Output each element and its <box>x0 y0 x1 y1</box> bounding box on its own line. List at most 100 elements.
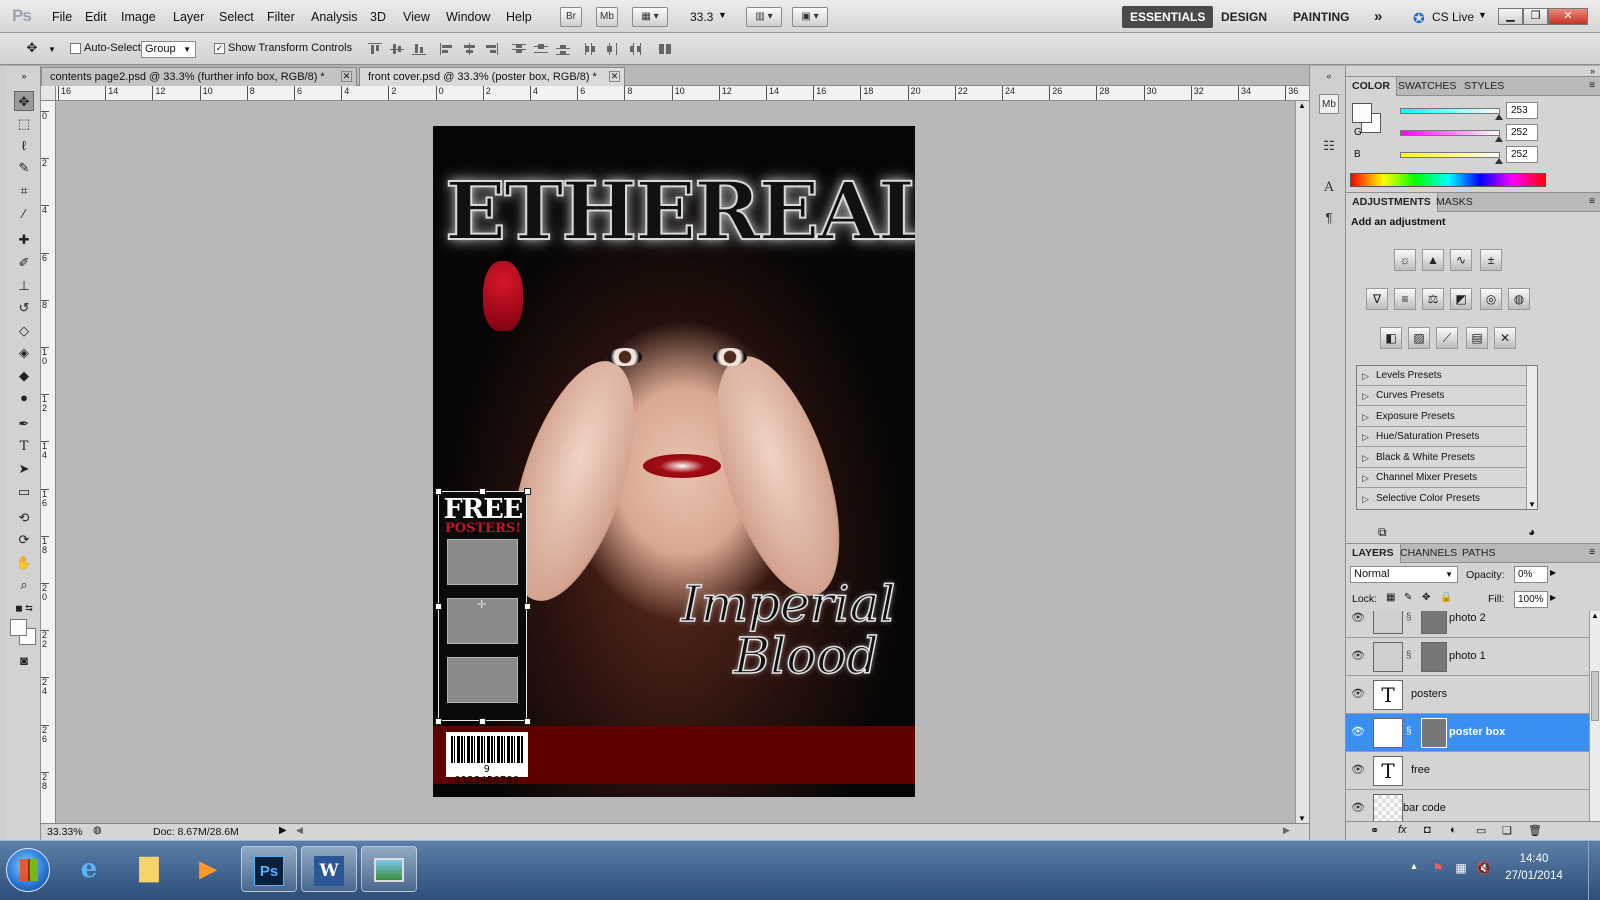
align-horizontal-center-icon[interactable] <box>462 43 476 55</box>
menu-image[interactable]: Image <box>121 10 156 24</box>
workspace-painting[interactable]: PAINTING <box>1285 6 1357 28</box>
add-mask-icon[interactable]: ◘ <box>1424 824 1431 836</box>
blue-track[interactable] <box>1400 152 1500 158</box>
align-right-icon[interactable] <box>484 43 498 55</box>
show-hidden-icons-icon[interactable]: ▲ <box>1406 861 1422 877</box>
word-taskbar-button[interactable]: W <box>301 846 357 892</box>
new-group-icon[interactable]: ▭ <box>1476 824 1486 837</box>
photoshop-taskbar-button[interactable]: Ps <box>241 846 297 892</box>
green-value[interactable]: 252 <box>1506 124 1538 141</box>
status-zoom[interactable]: 33.33% <box>47 826 83 838</box>
tab-masks[interactable]: MASKS <box>1430 193 1479 212</box>
tab-color[interactable]: COLOR <box>1346 77 1397 96</box>
opacity-slider-icon[interactable]: ▶ <box>1550 568 1556 577</box>
workspace-essentials[interactable]: ESSENTIALS <box>1122 6 1214 28</box>
fill-field[interactable]: 100% <box>1514 591 1548 608</box>
paint-bucket-tool-icon[interactable]: ◈ <box>14 343 34 363</box>
quick-selection-tool-icon[interactable]: ✎ <box>14 158 34 178</box>
transform-handle-t[interactable] <box>479 488 486 495</box>
quick-mask-icon[interactable]: ◙ <box>14 651 34 671</box>
3d-orbit-tool-icon[interactable]: ⟳ <box>14 530 34 550</box>
auto-align-layers-icon[interactable] <box>658 43 672 55</box>
distribute-vertical-center-icon[interactable] <box>534 43 548 55</box>
distribute-bottom-icon[interactable] <box>556 43 570 55</box>
horizontal-ruler[interactable]: 16 14 12 10 8 6 4 2 0 2 4 6 8 10 12 14 16 18 20 22 24 26 28 30 3… <box>56 86 1309 101</box>
foreground-color-swatch[interactable] <box>10 619 27 636</box>
menu-window[interactable]: Window <box>446 10 490 24</box>
layer-style-icon[interactable]: fx <box>1398 824 1407 836</box>
exposure-icon[interactable]: ± <box>1480 249 1502 271</box>
color-panel-foreground-swatch[interactable] <box>1352 103 1372 123</box>
network-icon[interactable]: ▦ <box>1453 861 1469 877</box>
lock-all-icon[interactable]: 🔒 <box>1440 592 1452 603</box>
minimize-button[interactable]: ▁ <box>1498 8 1523 25</box>
healing-brush-tool-icon[interactable]: ✚ <box>14 230 34 250</box>
transform-handle-r[interactable] <box>524 603 531 610</box>
layer-mask-thumbnail[interactable] <box>1421 718 1447 748</box>
collapse-panels-icon[interactable]: » <box>1590 66 1595 76</box>
visibility-eye-icon[interactable]: 👁 <box>1350 686 1366 702</box>
show-transform-checkbox[interactable]: ✓ <box>214 43 225 54</box>
close-tab-icon[interactable]: ✕ <box>609 71 620 82</box>
presets-scrollbar[interactable]: ▼ <box>1526 366 1537 509</box>
layer-photo-2[interactable]: 👁 § photo 2 <box>1346 611 1600 638</box>
distribute-horizontal-center-icon[interactable] <box>606 43 620 55</box>
distribute-right-icon[interactable] <box>628 43 642 55</box>
blend-mode-dropdown[interactable]: Normal ▼ <box>1350 566 1458 583</box>
windows-explorer-icon[interactable]: ▇ <box>121 846 177 892</box>
lock-pixels-icon[interactable]: ✎ <box>1404 592 1412 603</box>
magazine-cover[interactable]: ETHEREAL Imperial Blood FREE POSTERS! ✛ … <box>433 126 915 797</box>
volume-icon[interactable]: 🔇 <box>1476 861 1492 877</box>
green-track[interactable] <box>1400 130 1500 136</box>
start-button[interactable] <box>6 848 50 892</box>
panel-menu-icon[interactable]: ≡ <box>1589 80 1595 91</box>
layer-mask-thumbnail[interactable] <box>1421 611 1447 634</box>
green-slider[interactable]: G 252 <box>1346 123 1600 143</box>
tool-preset-dropdown-icon[interactable]: ▼ <box>48 45 56 54</box>
close-tab-icon[interactable]: ✕ <box>341 71 352 82</box>
blue-value[interactable]: 252 <box>1506 146 1538 163</box>
tab-styles[interactable]: STYLES <box>1458 77 1510 96</box>
green-knob[interactable] <box>1494 136 1503 142</box>
clone-stamp-tool-icon[interactable]: ⊥ <box>14 276 34 296</box>
color-balance-icon[interactable]: ⚖ <box>1422 288 1444 310</box>
photo-viewer-taskbar-button[interactable] <box>361 846 417 892</box>
curves-icon[interactable]: ∿ <box>1450 249 1472 271</box>
layer-bar-code[interactable]: 👁 bar code <box>1346 790 1600 821</box>
panel-menu-icon[interactable]: ≡ <box>1589 547 1595 558</box>
dodge-tool-icon[interactable]: ● <box>14 388 34 408</box>
move-tool-preset-icon[interactable]: ✥ <box>22 38 42 58</box>
internet-explorer-icon[interactable]: e <box>61 846 117 892</box>
scroll-up-icon[interactable]: ▲ <box>1591 611 1599 620</box>
layer-posters[interactable]: 👁 T posters <box>1346 676 1600 714</box>
invert-icon[interactable]: ◧ <box>1380 327 1402 349</box>
expand-panels-icon[interactable]: « <box>1319 66 1339 86</box>
lock-transparent-icon[interactable]: ▦ <box>1386 592 1395 603</box>
scroll-down-icon[interactable]: ▼ <box>1528 500 1536 509</box>
lock-position-icon[interactable]: ✥ <box>1422 592 1430 603</box>
preset-levels[interactable]: Levels Presets <box>1357 366 1527 386</box>
action-center-icon[interactable]: ⚑ <box>1430 861 1446 877</box>
preset-exposure[interactable]: Exposure Presets <box>1357 407 1527 427</box>
status-menu-arrow-icon[interactable]: ▶ <box>279 825 287 836</box>
zoom-level[interactable]: 33.3 <box>690 10 713 24</box>
tab-paths[interactable]: PATHS <box>1456 544 1501 563</box>
distribute-left-icon[interactable] <box>584 43 598 55</box>
channel-mixer-icon[interactable]: ◍ <box>1508 288 1530 310</box>
tab-contents-page2[interactable]: contents page2.psd @ 33.3% (further info… <box>41 67 357 86</box>
visibility-eye-icon[interactable]: 👁 <box>1350 724 1366 740</box>
menu-analysis[interactable]: Analysis <box>311 10 358 24</box>
menu-3d[interactable]: 3D <box>370 10 386 24</box>
transform-handle-b[interactable] <box>479 718 486 725</box>
history-panel-icon[interactable]: ☷ <box>1319 136 1339 156</box>
view-extras-button[interactable]: ▦ ▾ <box>632 7 668 27</box>
restore-button[interactable]: ❐ <box>1523 8 1548 25</box>
posterize-icon[interactable]: ▨ <box>1408 327 1430 349</box>
preset-black-white[interactable]: Black & White Presets <box>1357 448 1527 468</box>
menu-filter[interactable]: Filter <box>267 10 295 24</box>
eraser-tool-icon[interactable]: ◇ <box>14 321 34 341</box>
visibility-eye-icon[interactable]: 👁 <box>1350 648 1366 664</box>
preset-hue-saturation[interactable]: Hue/Saturation Presets <box>1357 427 1527 447</box>
move-tool-icon[interactable]: ✥ <box>14 91 34 111</box>
collapse-toolbar-icon[interactable]: » <box>14 66 34 86</box>
